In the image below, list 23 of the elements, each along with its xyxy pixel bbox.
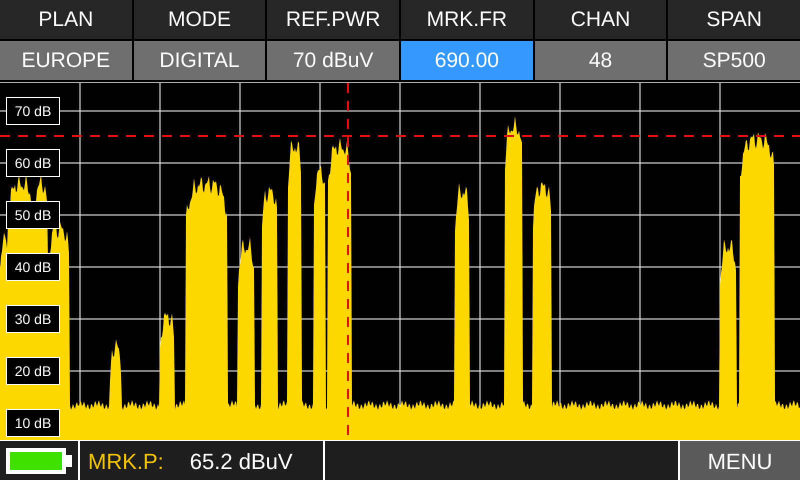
battery-icon: [5, 447, 73, 475]
axis-label: 40 dB: [6, 253, 60, 281]
axis-label: 70 dB: [6, 97, 60, 125]
marker-value: 65.2 dBuV: [190, 448, 293, 476]
parameter-value[interactable]: 48: [534, 41, 666, 80]
axis-label: 20 dB: [6, 357, 60, 385]
axis-label: 30 dB: [6, 305, 60, 333]
parameter-value[interactable]: SP500: [668, 41, 800, 80]
menu-button[interactable]: MENU: [680, 441, 800, 480]
marker-label: MRK.P:: [88, 448, 164, 476]
axis-label: 60 dB: [6, 149, 60, 177]
axis-label: 10 dB: [6, 409, 60, 437]
parameter-value[interactable]: DIGITAL: [134, 41, 266, 80]
column-label: MODE: [134, 0, 266, 39]
parameter-value[interactable]: 70 dBuV: [267, 41, 399, 80]
column-label: PLAN: [0, 0, 132, 39]
parameter-value[interactable]: 690.00: [401, 41, 533, 80]
column-label: SPAN: [668, 0, 800, 39]
column-label: MRK.FR: [401, 0, 533, 39]
axis-label: 50 dB: [6, 201, 60, 229]
parameter-value[interactable]: EUROPE: [0, 41, 132, 80]
column-label: REF.PWR: [267, 0, 399, 39]
column-label: CHAN: [534, 0, 666, 39]
